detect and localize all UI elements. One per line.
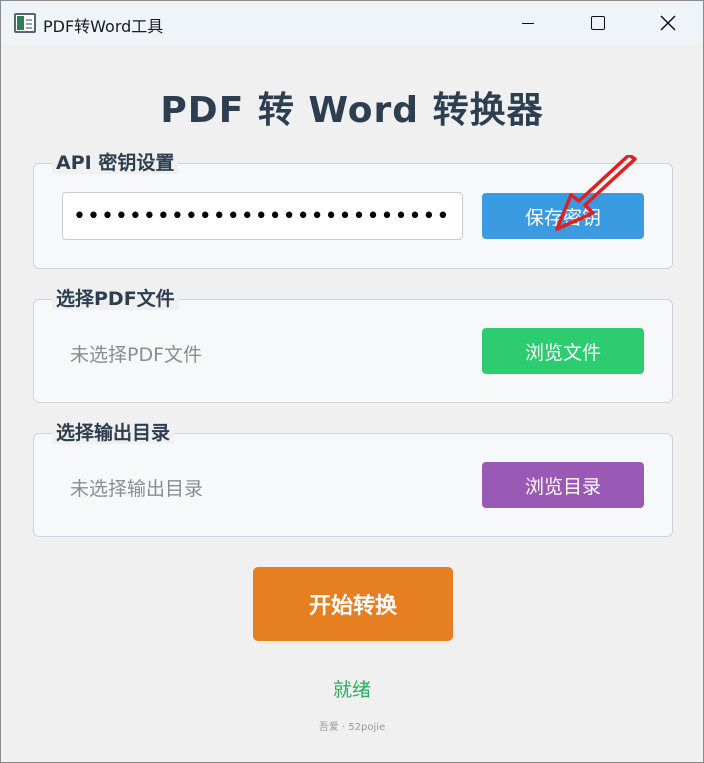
maximize-icon (591, 16, 605, 30)
page-title: PDF 转 Word 转换器 (160, 90, 544, 131)
annotation-arrow-icon (555, 155, 637, 231)
api-key-input[interactable] (62, 192, 463, 240)
window-title: PDF转Word工具 (43, 17, 164, 36)
browse-dir-button[interactable]: 浏览目录 (482, 462, 644, 508)
title-bar[interactable]: PDF转Word工具 (1, 1, 703, 45)
pdf-file-group: 选择PDF文件 未选择PDF文件 浏览文件 (33, 288, 673, 403)
main-content: PDF 转 Word 转换器 API 密钥设置 保存密钥 选择PDF文件 未选择… (1, 45, 703, 762)
output-dir-group-label: 选择输出目录 (52, 422, 175, 444)
output-dir-group: 选择输出目录 未选择输出目录 浏览目录 (33, 422, 673, 537)
pdf-file-status: 未选择PDF文件 (70, 344, 203, 366)
pdf-file-group-label: 选择PDF文件 (52, 288, 179, 310)
app-icon (14, 13, 36, 33)
credit-text: 吾爱 · 52pojie (318, 722, 386, 733)
app-window: PDF转Word工具 PDF 转 Word 转换器 API 密钥设置 保存密钥 … (0, 0, 704, 763)
browse-file-button[interactable]: 浏览文件 (482, 328, 644, 374)
output-dir-status: 未选择输出目录 (70, 478, 204, 500)
close-button[interactable] (633, 1, 703, 45)
maximize-button[interactable] (563, 1, 633, 45)
close-icon (660, 15, 676, 31)
api-key-group-label: API 密钥设置 (52, 152, 179, 174)
status-label: 就绪 (332, 679, 371, 701)
minimize-button[interactable] (493, 1, 563, 45)
start-convert-button[interactable]: 开始转换 (253, 567, 453, 641)
minimize-icon (522, 22, 534, 24)
